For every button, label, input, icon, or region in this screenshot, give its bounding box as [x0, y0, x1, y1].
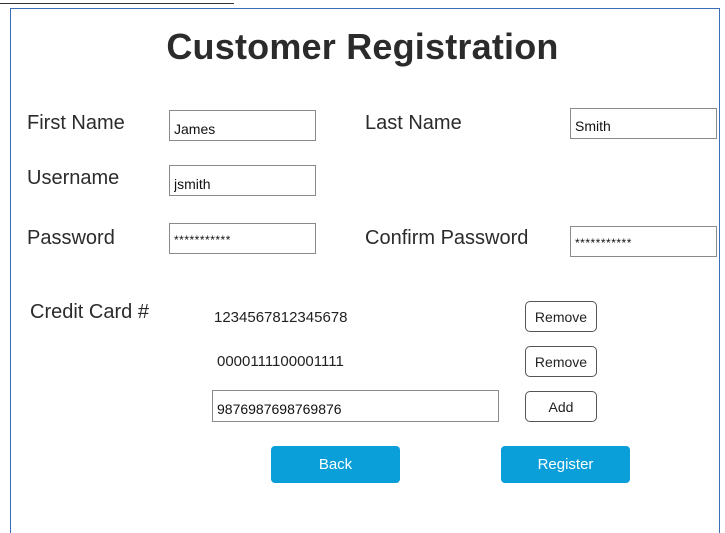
confirm-password-label: Confirm Password: [365, 227, 529, 249]
remove-card-2-button[interactable]: Remove: [525, 346, 597, 377]
new-credit-card-field[interactable]: [212, 390, 499, 422]
back-button[interactable]: Back: [271, 446, 400, 483]
password-label: Password: [27, 227, 115, 249]
password-field[interactable]: [169, 223, 316, 254]
confirm-password-field[interactable]: [570, 226, 717, 257]
top-divider: [0, 3, 234, 4]
page-title: Customer Registration: [166, 26, 559, 67]
first-name-label: First Name: [27, 112, 125, 134]
first-name-field[interactable]: [169, 110, 316, 141]
credit-card-number-2: 0000111100001111: [217, 353, 344, 370]
credit-card-number-1: 1234567812345678: [214, 309, 348, 326]
add-card-button[interactable]: Add: [525, 391, 597, 422]
credit-card-label: Credit Card #: [30, 301, 149, 323]
remove-card-1-button[interactable]: Remove: [525, 301, 597, 332]
register-button[interactable]: Register: [501, 446, 630, 483]
username-field[interactable]: [169, 165, 316, 196]
last-name-label: Last Name: [365, 112, 462, 134]
username-label: Username: [27, 167, 120, 189]
last-name-field[interactable]: [570, 108, 717, 139]
